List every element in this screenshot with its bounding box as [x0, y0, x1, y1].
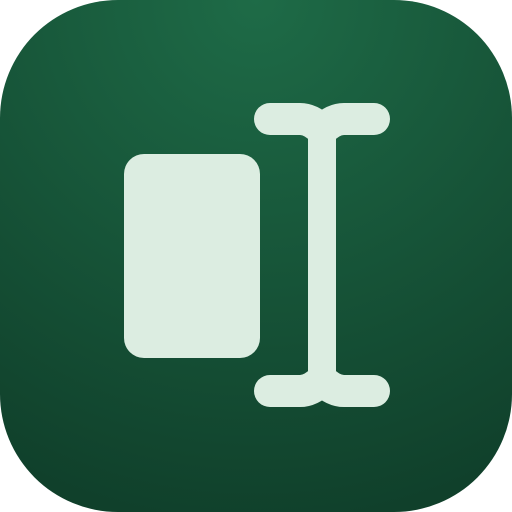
content-block-icon [124, 154, 260, 358]
app-icon[interactable] [0, 0, 512, 512]
text-cursor-bottom-serif [254, 364, 390, 407]
app-icon-graphic [0, 0, 512, 512]
